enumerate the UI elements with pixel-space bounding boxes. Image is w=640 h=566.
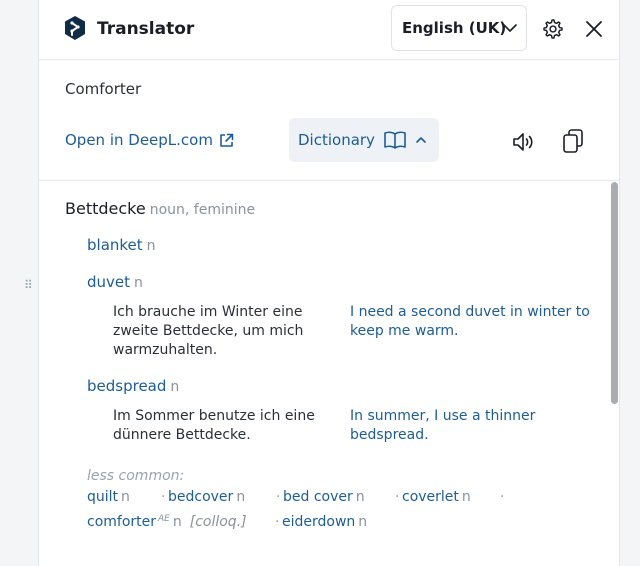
less-common-label: less common:	[87, 468, 185, 484]
headword-text: Bettdecke	[65, 199, 146, 218]
headword-pos: noun, feminine	[149, 202, 256, 218]
translator-panel: Translator English (UK) Comforter Open i…	[38, 0, 620, 566]
synonym-eiderdown[interactable]: eiderdown n	[282, 514, 367, 530]
synonym-register: [colloq.]	[189, 514, 247, 530]
dictionary-label: Dictionary	[298, 131, 375, 149]
example-translation: In summer, I use a thinner bedspread.	[350, 408, 536, 443]
header: Translator English (UK)	[39, 0, 619, 60]
source-text: Comforter	[65, 80, 142, 98]
synonym-bed-cover[interactable]: bed cover n	[283, 489, 365, 505]
entry-word: duvet	[87, 273, 131, 291]
synonym-pos: n	[236, 489, 246, 505]
synonym-word: coverlet	[402, 489, 459, 505]
synonym-region: AE	[158, 514, 170, 524]
entry-word: bedspread	[87, 377, 167, 395]
separator-dot: ·	[161, 489, 166, 505]
target-language-label: English (UK)	[402, 19, 507, 37]
scrollbar-thumb[interactable]	[611, 182, 618, 404]
synonym-word: comforter	[87, 514, 157, 530]
dictionary-panel: Bettdecke noun, feminine blanket n duvet n …	[39, 181, 609, 566]
entry-bedspread[interactable]: bedspread n	[87, 377, 179, 395]
synonym-bedcover[interactable]: bedcover n	[168, 489, 245, 505]
example-source: Ich brauche im Winter eine zweite Bettde…	[113, 304, 304, 358]
synonym-pos: n	[121, 489, 130, 505]
synonym-quilt[interactable]: quilt n	[87, 489, 130, 505]
book-icon	[384, 131, 406, 149]
entry-pos: n	[146, 238, 156, 254]
speaker-icon[interactable]	[511, 130, 535, 154]
headword: Bettdecke noun, feminine	[65, 199, 255, 218]
entry-pos: n	[134, 275, 143, 291]
target-language-select[interactable]: English (UK)	[391, 5, 527, 51]
drag-handle-icon[interactable]: ⠿	[24, 279, 36, 296]
separator-dot: ·	[500, 489, 505, 505]
separator-dot: ·	[276, 489, 281, 505]
example-source: Im Sommer benutze ich eine dünnere Bettd…	[113, 408, 315, 443]
synonym-comforter[interactable]: comforter AE n [colloq.]	[87, 514, 247, 530]
close-icon[interactable]	[583, 18, 605, 40]
entry-word: blanket	[87, 236, 143, 254]
external-link-icon	[220, 133, 234, 147]
synonym-word: eiderdown	[282, 514, 356, 530]
synonym-word: bed cover	[283, 489, 353, 505]
entry-duvet[interactable]: duvet n	[87, 273, 143, 291]
app-title: Translator	[97, 19, 195, 39]
entry-pos: n	[170, 379, 180, 395]
synonym-pos: n	[461, 489, 471, 505]
open-in-deepl-label: Open in DeepL.com	[65, 131, 213, 149]
synonym-word: quilt	[87, 489, 119, 505]
separator-dot: ·	[395, 489, 400, 505]
synonym-coverlet[interactable]: coverlet n	[402, 489, 471, 505]
chevron-down-icon	[503, 24, 517, 32]
open-in-deepl-link[interactable]: Open in DeepL.com	[65, 131, 234, 149]
synonym-pos: n	[358, 514, 368, 530]
synonym-pos: n	[355, 489, 365, 505]
separator-dot: ·	[275, 514, 280, 530]
entry-blanket[interactable]: blanket n	[87, 236, 156, 254]
chevron-up-icon	[416, 137, 426, 143]
synonym-word: bedcover	[168, 489, 234, 505]
example-translation: I need a second duvet in winter to keep …	[350, 304, 590, 339]
deepl-logo-icon	[65, 16, 85, 40]
copy-icon[interactable]	[561, 128, 585, 154]
dictionary-toggle-button[interactable]: Dictionary	[289, 118, 439, 162]
synonym-pos: n	[172, 514, 182, 530]
gear-icon[interactable]	[542, 18, 564, 40]
